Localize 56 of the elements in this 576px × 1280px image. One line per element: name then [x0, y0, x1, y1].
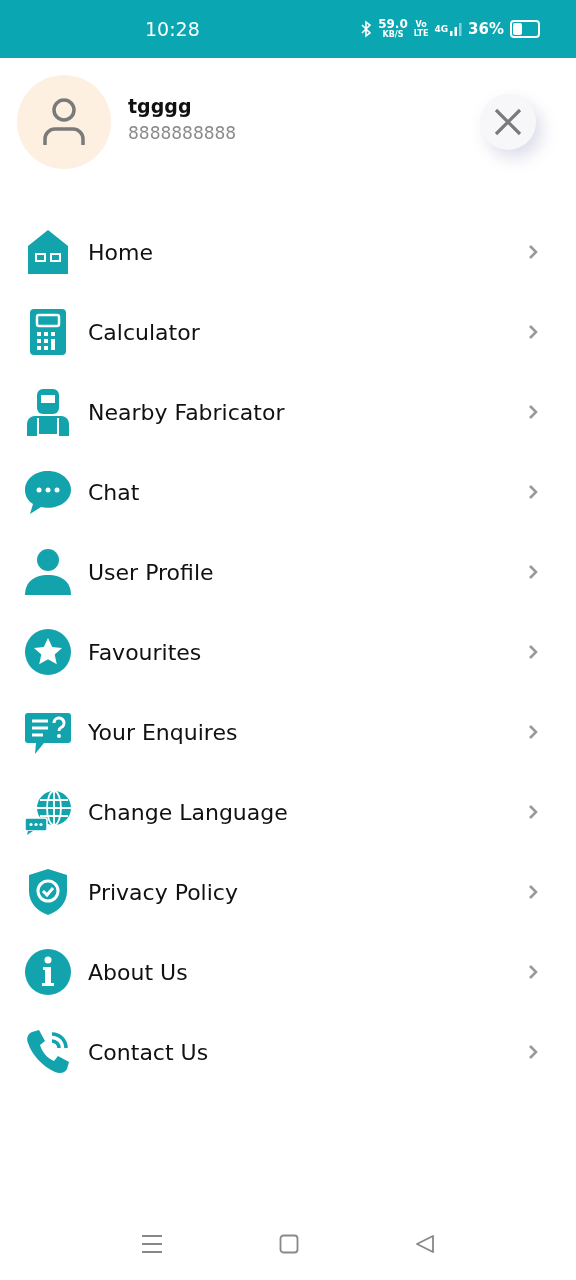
menu-item[interactable]: User Profile — [0, 532, 576, 612]
chevron-right-icon — [528, 484, 538, 500]
menu-item[interactable]: Home — [0, 212, 576, 292]
volte-label: Vo — [415, 20, 427, 29]
menu-label: Favourites — [88, 639, 202, 665]
close-icon — [494, 107, 522, 136]
menu-item[interactable]: About Us — [0, 932, 576, 1012]
person-icon — [24, 548, 72, 596]
menu-label: About Us — [88, 959, 188, 985]
info-icon — [24, 948, 72, 996]
menu-item[interactable]: Chat — [0, 452, 576, 532]
signal-icon — [450, 22, 463, 36]
chevron-right-icon — [528, 964, 538, 980]
menu-item[interactable]: Favourites — [0, 612, 576, 692]
menu-label: Nearby Fabricator — [88, 399, 285, 425]
menu-icon[interactable] — [141, 1234, 163, 1254]
person-outline-icon — [41, 96, 87, 147]
menu-label: Contact Us — [88, 1039, 209, 1065]
menu-label: Home — [88, 239, 153, 265]
chevron-right-icon — [528, 564, 538, 580]
chevron-right-icon — [528, 324, 538, 340]
battery-percent: 36% — [468, 20, 504, 38]
phone-icon — [24, 1028, 72, 1076]
menu-item[interactable]: Your Enquires — [0, 692, 576, 772]
chevron-right-icon — [528, 1044, 538, 1060]
user-phone: 8888888888 — [128, 122, 237, 143]
menu-label: Calculator — [88, 319, 200, 345]
chevron-right-icon — [528, 404, 538, 420]
menu-item[interactable]: Nearby Fabricator — [0, 372, 576, 452]
speed-unit: KB/S — [382, 30, 404, 39]
menu-label: Privacy Policy — [88, 879, 238, 905]
chat-bubble-icon — [24, 468, 72, 516]
battery-icon — [510, 20, 540, 38]
back-triangle-icon[interactable] — [415, 1234, 435, 1254]
menu-item[interactable]: Contact Us — [0, 1012, 576, 1092]
menu-item[interactable]: Calculator — [0, 292, 576, 372]
speed-value: 59.0 — [378, 19, 408, 30]
bluetooth-icon — [360, 20, 373, 38]
menu-label: Change Language — [88, 799, 288, 825]
chevron-right-icon — [528, 804, 538, 820]
menu-item[interactable]: Change Language — [0, 772, 576, 852]
clock-time: 10:28 — [145, 18, 200, 40]
welder-icon — [24, 388, 72, 436]
chevron-right-icon — [528, 724, 538, 740]
globe-icon — [24, 788, 72, 836]
menu-item[interactable]: Privacy Policy — [0, 852, 576, 932]
lte-label: LTE — [413, 29, 429, 38]
menu-label: Your Enquires — [88, 719, 238, 745]
menu-label: User Profile — [88, 559, 214, 585]
chevron-right-icon — [528, 244, 538, 260]
menu-label: Chat — [88, 479, 140, 505]
home-square-icon[interactable] — [279, 1234, 299, 1254]
chevron-right-icon — [528, 884, 538, 900]
chevron-right-icon — [528, 644, 538, 660]
network-type: 4G — [434, 24, 449, 34]
user-name: tgggg — [128, 94, 193, 117]
